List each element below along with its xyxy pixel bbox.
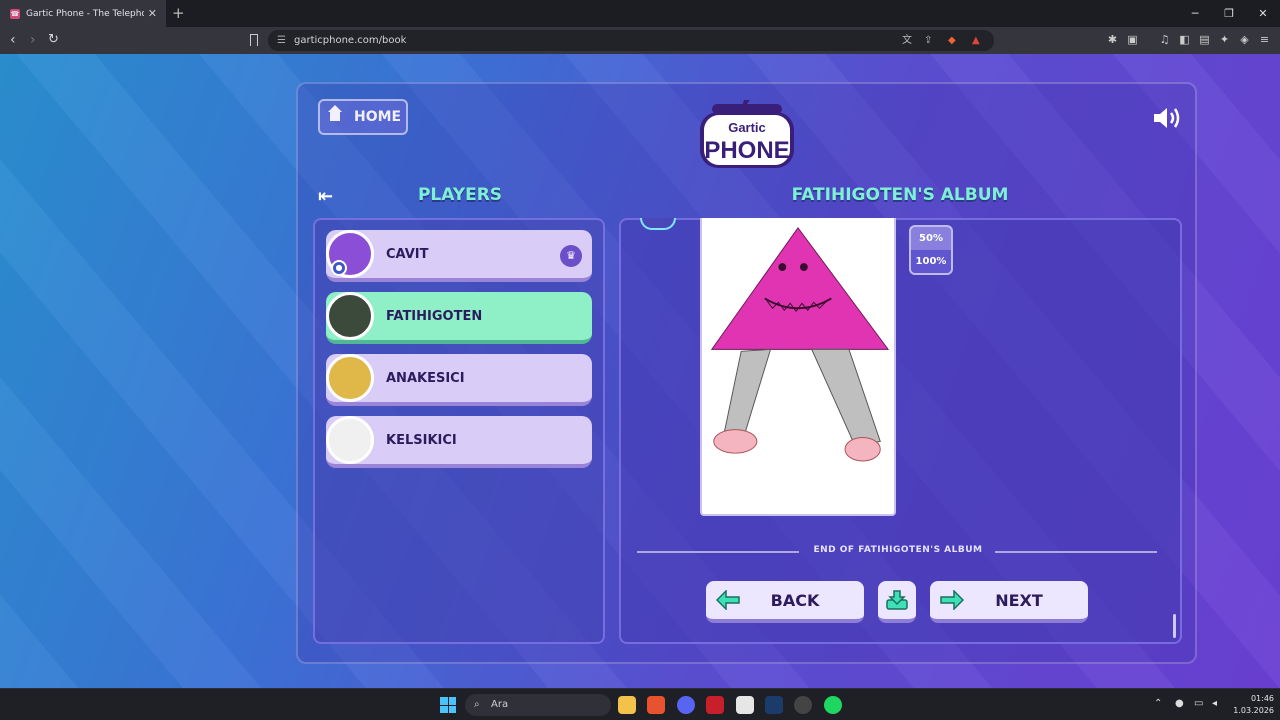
discord-icon[interactable] [677,696,695,714]
arrow-right-icon [940,590,964,610]
forward-nav-icon[interactable]: › [30,32,36,48]
file-explorer-icon[interactable] [618,696,636,714]
brave-browser-icon[interactable] [647,696,665,714]
tab-close-icon[interactable]: ✕ [148,7,157,20]
clock[interactable]: 01:46 1.03.2026 [1228,693,1274,717]
microphone-icon[interactable]: ● [1175,698,1184,709]
address-toolbar: ‹ › ↻ ☰ garticphone.com/book 文 ⇪ ◆ ▲ ✱ ▣… [0,27,1280,54]
back-button[interactable]: BACK [706,581,864,623]
browser-tab-bar: ☎ Gartic Phone - The Telephone Ga ✕ + ─ … [0,0,1280,27]
album-drawing [700,218,896,516]
sidebar-icon[interactable]: ◧ [1178,33,1191,46]
restore-button[interactable]: ❐ [1212,0,1246,27]
tab-title: Gartic Phone - The Telephone Ga [26,8,144,19]
url-text: garticphone.com/book [294,35,407,46]
bookmark-icon[interactable] [250,34,258,46]
browser-tab[interactable]: ☎ Gartic Phone - The Telephone Ga ✕ [0,0,166,27]
back-label: BACK [770,590,820,610]
home-icon [328,105,342,123]
brave-rewards-icon[interactable]: ▲ [972,30,980,51]
epic-games-icon[interactable] [736,696,754,714]
github-icon[interactable] [794,696,812,714]
clock-date: 1.03.2026 [1233,706,1274,715]
translate-icon[interactable]: 文 [902,30,912,51]
leo-ai-icon[interactable]: ✦ [1218,33,1231,46]
player-name: KELSIKICI [386,432,457,448]
player-name: FATIHIGOTEN [386,308,483,324]
steam-icon[interactable] [765,696,783,714]
gartic-phone-logo: Gartic PHONE [700,100,794,168]
media-icon[interactable]: ♫ [1158,33,1171,46]
vpn-icon[interactable]: ◈ [1238,33,1251,46]
spotify-icon[interactable] [824,696,842,714]
exit-arrow-icon[interactable]: ⇤ [318,186,333,207]
gartic-favicon-icon: ☎ [10,8,20,19]
avatar [326,416,374,464]
logo-bottom-text: PHONE [704,137,789,164]
crown-icon: ♛ [560,245,582,267]
next-label: NEXT [995,590,1043,610]
windows-start-icon[interactable] [440,697,456,713]
download-icon [886,590,908,610]
zoom-50-option[interactable]: 50% [911,227,951,250]
app-icon[interactable] [706,696,724,714]
search-placeholder: Ara [491,699,509,710]
home-label: HOME [354,109,402,125]
player-item[interactable]: ANAKESICI [326,354,592,406]
sound-icon[interactable] [1152,106,1182,130]
back-nav-icon[interactable]: ‹ [10,32,16,48]
wallet-icon[interactable]: ▤ [1198,33,1211,46]
user-icon: ● [331,260,347,276]
avatar: ● [326,230,374,278]
minimize-button[interactable]: ─ [1178,0,1212,27]
player-item[interactable]: FATIHIGOTEN [326,292,592,344]
player-name: CAVIT [386,246,429,262]
menu-icon[interactable]: ≡ [1258,33,1271,46]
avatar [326,354,374,402]
search-icon: ⌕ [474,699,480,710]
player-item[interactable]: ● CAVIT ♛ [326,230,592,282]
site-info-icon[interactable]: ☰ [277,30,286,51]
window-controls: ─ ❐ ✕ [1178,0,1280,27]
avatar [326,292,374,340]
player-name: ANAKESICI [386,370,465,386]
volume-icon[interactable]: ◂ [1212,698,1217,709]
download-button[interactable] [878,581,916,623]
logo-top-text: Gartic [728,120,766,135]
arrow-left-icon [716,590,740,610]
zoom-selector: 50% 100% [909,225,953,275]
brave-shields-icon[interactable]: ◆ [948,30,956,51]
zoom-100-option[interactable]: 100% [911,250,951,273]
player-item[interactable]: KELSIKICI [326,416,592,468]
network-icon[interactable]: ▭ [1194,698,1203,709]
taskbar-search[interactable]: ⌕ Ara [465,694,611,716]
album-scrollbar[interactable] [1173,614,1176,638]
next-button[interactable]: NEXT [930,581,1088,623]
taskbar: ⌕ Ara ⌃ ● ▭ ◂ 01:46 1.03.2026 [0,688,1280,720]
new-tab-button[interactable]: + [172,4,185,22]
close-window-button[interactable]: ✕ [1246,0,1280,27]
end-of-album-text: END OF FATIHIGOTEN'S ALBUM [813,545,983,555]
share-icon[interactable]: ⇪ [924,30,932,51]
home-button[interactable]: HOME [318,99,408,135]
reload-icon[interactable]: ↻ [48,32,59,47]
clock-time: 01:46 [1250,694,1274,703]
tray-chevron-icon[interactable]: ⌃ [1154,698,1162,709]
extensions-icon[interactable]: ✱ [1106,33,1119,46]
players-title: PLAYERS [417,185,503,205]
screenshot-icon[interactable]: ▣ [1126,33,1139,46]
url-bar[interactable]: ☰ garticphone.com/book 文 ⇪ ◆ ▲ [268,30,994,51]
album-title: FATIHIGOTEN'S ALBUM [791,185,1009,205]
